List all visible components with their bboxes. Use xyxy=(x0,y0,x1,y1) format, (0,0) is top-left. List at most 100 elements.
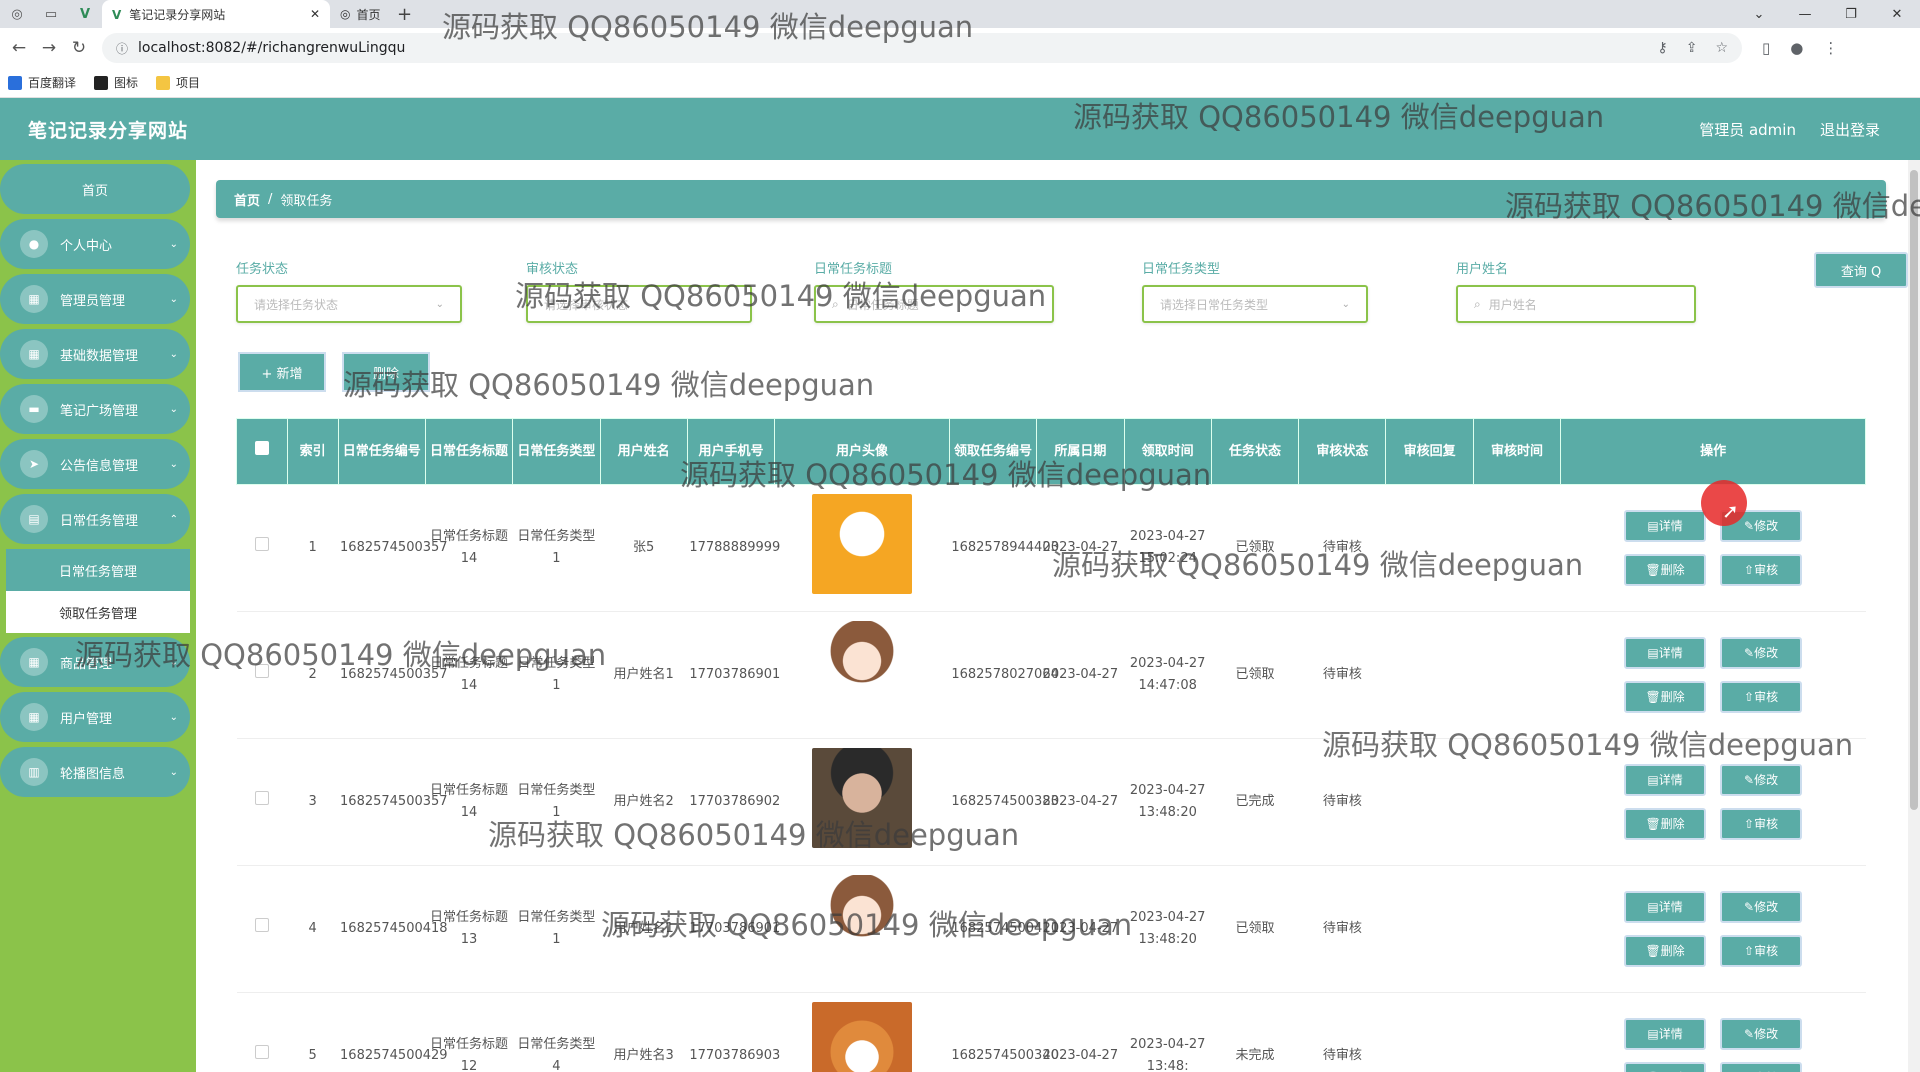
edit-icon: ✎ xyxy=(1744,1027,1755,1041)
delete-button[interactable]: 🗑 删除 xyxy=(1624,935,1707,967)
bookmark-icons[interactable]: 图标 xyxy=(94,74,138,91)
sidebar-item-carousel[interactable]: ▥ 轮播图信息 ⌄ xyxy=(0,747,190,797)
scrollbar-thumb[interactable] xyxy=(1910,170,1918,810)
edit-icon: ✎ xyxy=(1744,646,1755,660)
row-checkbox[interactable] xyxy=(254,1045,269,1059)
sidebar-item-base-data[interactable]: ▦ 基础数据管理 ⌄ xyxy=(0,329,190,379)
edit-button[interactable]: ✎ 修改 xyxy=(1720,637,1803,669)
share-icon[interactable]: ⇪ xyxy=(1686,40,1698,56)
column-header: 领取任务编号 xyxy=(948,418,1038,485)
batch-delete-button[interactable]: 删除 xyxy=(342,352,430,392)
delete-icon: 🗑 xyxy=(1645,944,1661,958)
breadcrumb-home[interactable]: 首页 xyxy=(234,190,260,209)
cell-claim-no: 1682574500411 xyxy=(949,865,1059,993)
sidebar-item-daily-task[interactable]: ▤ 日常任务管理 ⌃ xyxy=(0,494,190,544)
sidebar-item-users[interactable]: ▦ 用户管理 ⌄ xyxy=(0,692,190,742)
back-icon[interactable]: ← xyxy=(4,38,34,58)
detail-button[interactable]: ▤ 详情 xyxy=(1624,510,1707,542)
task-type-select[interactable]: 请选择日常任务类型 ⌄ xyxy=(1142,285,1368,323)
filter-task-title: 日常任务标题 ⌕ 日常任务标题 xyxy=(814,258,1054,323)
review-button[interactable]: ⇧ 审核 xyxy=(1720,681,1803,713)
review-button[interactable]: ⇧ 审核 xyxy=(1720,1062,1803,1072)
tab-mini-2[interactable]: ▭ xyxy=(34,0,68,28)
restore-button[interactable]: ❐ xyxy=(1828,0,1874,28)
sidebar-item-label: 轮播图信息 xyxy=(60,766,126,782)
main-content: 首页 / 领取任务 任务状态 请选择任务状态 ⌄ 审核状态 请选择审核状态 ⌄ 日常… xyxy=(196,160,1920,1072)
edit-button[interactable]: ✎ 修改 xyxy=(1720,891,1803,923)
delete-button[interactable]: 🗑 删除 xyxy=(1624,808,1707,840)
review-icon: ⇧ xyxy=(1744,1067,1754,1072)
bookmark-baidu-translate[interactable]: 百度翻译 xyxy=(8,74,76,91)
submenu-claim-task[interactable]: 领取任务管理 xyxy=(6,591,190,633)
edit-button[interactable]: ✎ 修改 xyxy=(1720,1018,1803,1050)
sidebar-item-admin[interactable]: ▦ 管理员管理 ⌄ xyxy=(0,274,190,324)
query-button[interactable]: 查询 Q xyxy=(1814,252,1908,288)
row-checkbox[interactable] xyxy=(254,664,269,678)
cell-review-time xyxy=(1473,738,1561,866)
row-checkbox-cell xyxy=(236,611,288,739)
reload-icon[interactable]: ↻ xyxy=(64,38,94,58)
cell-idx: 4 xyxy=(287,865,339,993)
sidebar-item-personal-center[interactable]: ● 个人中心 ⌄ xyxy=(0,219,190,269)
submenu-daily-task[interactable]: 日常任务管理 xyxy=(6,549,190,591)
page-scrollbar[interactable] xyxy=(1908,160,1920,1072)
review-button[interactable]: ⇧ 审核 xyxy=(1720,554,1803,586)
detail-button[interactable]: ▤ 详情 xyxy=(1624,637,1707,669)
detail-icon: ▤ xyxy=(1647,1027,1659,1041)
edit-button[interactable]: ✎ 修改 xyxy=(1720,764,1803,796)
detail-button[interactable]: ▤ 详情 xyxy=(1624,1018,1707,1050)
filter-label: 用户姓名 xyxy=(1456,262,1509,277)
url-field[interactable]: ⓘ localhost:8082/#/richangrenwuLingqu ⚷ … xyxy=(102,33,1742,63)
browser-tab-active[interactable]: V 笔记记录分享网站 ✕ xyxy=(102,0,330,28)
task-title-input[interactable]: ⌕ 日常任务标题 xyxy=(814,285,1054,323)
minimize-button[interactable]: — xyxy=(1782,0,1828,28)
vue-favicon-icon: V xyxy=(112,7,122,22)
review-button[interactable]: ⇧ 审核 xyxy=(1720,808,1803,840)
new-tab-button[interactable]: + xyxy=(391,0,419,28)
review-button[interactable]: ⇧ 审核 xyxy=(1720,935,1803,967)
bookmark-project[interactable]: 项目 xyxy=(156,74,200,91)
grid-icon: ▦ xyxy=(20,703,48,731)
tab-close-icon[interactable]: ✕ xyxy=(310,7,320,21)
breadcrumb-separator: / xyxy=(268,191,273,207)
delete-button[interactable]: 🗑 删除 xyxy=(1624,1062,1707,1072)
button-label: 删除 xyxy=(1660,817,1685,831)
button-label: 删除 xyxy=(1660,563,1685,577)
select-all-checkbox[interactable] xyxy=(254,440,269,455)
sidepanel-icon[interactable]: ▯ xyxy=(1762,39,1770,57)
select-all-checkbox-cell[interactable] xyxy=(236,418,288,485)
close-window-button[interactable]: ✕ xyxy=(1874,0,1920,28)
tab-mini-1[interactable]: ◎ xyxy=(0,0,34,28)
button-label: 审核 xyxy=(1754,817,1779,831)
sidebar-item-notes-square[interactable]: ▬ 笔记广场管理 ⌄ xyxy=(0,384,190,434)
user-name-input[interactable]: ⌕ 用户姓名 xyxy=(1456,285,1696,323)
cell-claim-time: 2023-04-27 14:47:08 xyxy=(1124,611,1212,739)
delete-button[interactable]: 🗑 删除 xyxy=(1624,681,1707,713)
row-checkbox[interactable] xyxy=(254,918,269,932)
more-menu-icon[interactable]: ⋮ xyxy=(1823,39,1838,57)
profile-icon[interactable]: ● xyxy=(1790,39,1803,57)
forward-icon[interactable]: → xyxy=(34,38,64,58)
sidebar-item-announcement[interactable]: ➤ 公告信息管理 ⌄ xyxy=(0,439,190,489)
row-checkbox[interactable] xyxy=(254,791,269,805)
chevron-down-icon: ⌄ xyxy=(435,298,444,310)
info-icon[interactable]: ⓘ xyxy=(116,40,128,57)
star-icon[interactable]: ☆ xyxy=(1715,40,1728,56)
sidebar-item-home[interactable]: 首页 xyxy=(0,164,190,214)
browser-tab-second[interactable]: ◎ 首页 xyxy=(330,0,391,28)
logout-link[interactable]: 退出登录 xyxy=(1820,119,1880,140)
filter-user-name: 用户姓名 ⌕ 用户姓名 xyxy=(1456,258,1696,323)
review-status-select[interactable]: 请选择审核状态 ⌄ xyxy=(526,285,752,323)
tab-mini-3[interactable]: V xyxy=(68,0,102,28)
task-status-select[interactable]: 请选择任务状态 ⌄ xyxy=(236,285,462,323)
detail-button[interactable]: ▤ 详情 xyxy=(1624,891,1707,923)
detail-button[interactable]: ▤ 详情 xyxy=(1624,764,1707,796)
chevron-down-icon: ⌄ xyxy=(725,298,734,310)
key-icon[interactable]: ⚷ xyxy=(1657,40,1667,56)
row-checkbox[interactable] xyxy=(254,537,269,551)
add-button[interactable]: + 新增 xyxy=(238,352,326,392)
cell-claim-time: 2023-04-27 13:48: xyxy=(1124,992,1212,1072)
delete-button[interactable]: 🗑 删除 xyxy=(1624,554,1707,586)
tab-search-icon[interactable]: ⌄ xyxy=(1736,0,1782,28)
sidebar-item-goods[interactable]: ▦ 商品管理 ⌄ xyxy=(0,637,190,687)
